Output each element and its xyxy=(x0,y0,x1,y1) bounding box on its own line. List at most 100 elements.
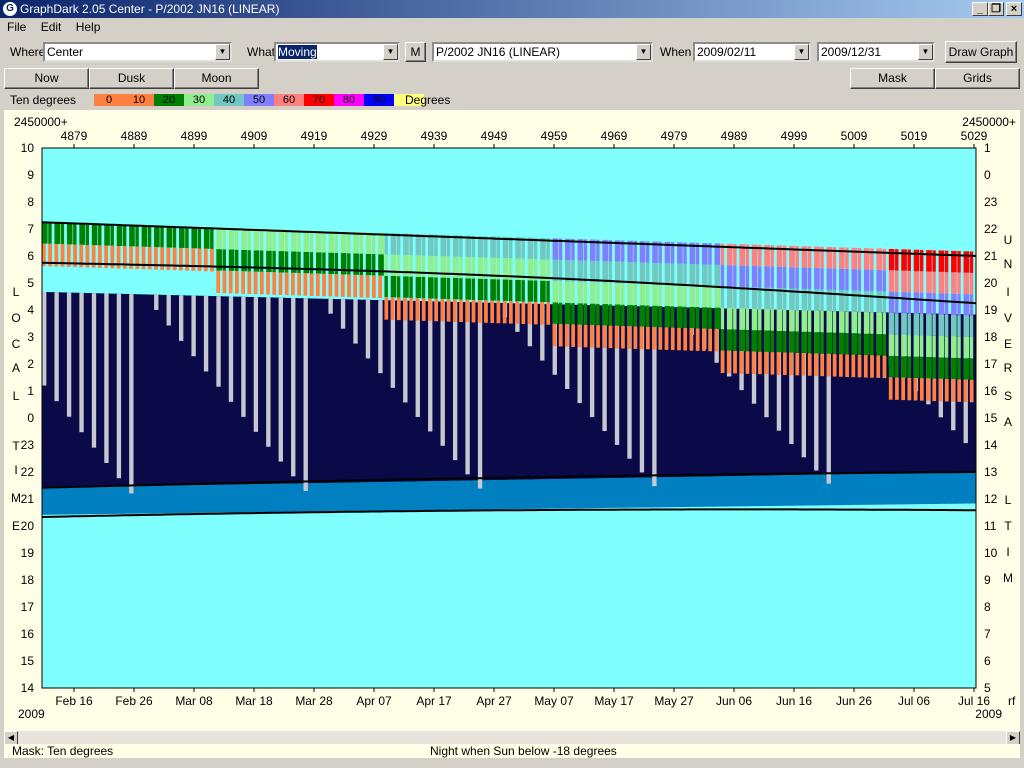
restore-button[interactable]: ❐ xyxy=(988,2,1004,16)
ut-tick: 8 xyxy=(984,600,991,614)
twilight-band xyxy=(589,478,597,509)
horizon-band xyxy=(527,301,532,325)
altitude-band xyxy=(969,294,974,316)
menu-help[interactable]: Help xyxy=(76,20,101,34)
horizon-band xyxy=(409,297,414,321)
minimize-button[interactable]: _ xyxy=(972,2,988,16)
altitude-band xyxy=(396,276,401,298)
moon-bar xyxy=(91,293,97,448)
horizontal-scrollbar[interactable]: ◀ ▶ xyxy=(4,730,1020,745)
twilight-band xyxy=(571,478,578,509)
darkness-graph[interactable]: 2450000+ 2450000+4879 4889 4899 4909 4919 4929… xyxy=(4,99,1020,730)
moon-bar xyxy=(66,292,72,417)
end-date-select[interactable]: 2009/12/31 ▼ xyxy=(817,42,935,62)
altitude-band xyxy=(695,285,700,307)
object-select[interactable]: P/2002 JN16 (LINEAR) ▼ xyxy=(432,42,653,62)
horizon-band xyxy=(465,299,470,323)
right-axis-letter: M xyxy=(1003,571,1013,585)
altitude-band xyxy=(839,332,845,355)
graph-panel[interactable]: 2450000+ 2450000+ 4879 4889 4899 4909 4919 4929… xyxy=(4,99,1020,730)
moon-button[interactable]: Moon xyxy=(174,68,259,89)
twilight-band xyxy=(384,481,392,511)
altitude-band xyxy=(907,270,911,293)
altitude-band xyxy=(48,222,52,244)
chevron-down-icon[interactable]: ▼ xyxy=(215,44,230,60)
horizon-band xyxy=(851,354,856,378)
altitude-band xyxy=(951,357,957,380)
horizon-band xyxy=(203,248,208,272)
chevron-down-icon[interactable]: ▼ xyxy=(383,44,398,60)
altitude-band xyxy=(608,304,613,326)
m-button[interactable]: M xyxy=(405,42,426,62)
twilight-band xyxy=(515,479,522,510)
horizon-band xyxy=(384,297,389,320)
legend-swatch: 90 xyxy=(364,94,394,106)
altitude-band xyxy=(434,277,438,299)
altitude-band xyxy=(141,225,148,247)
chevron-down-icon[interactable]: ▼ xyxy=(918,44,933,60)
horizon-band xyxy=(452,299,457,322)
altitude-band xyxy=(596,303,600,326)
horizon-band xyxy=(782,352,787,375)
moon-bar xyxy=(291,298,296,477)
horizon-band xyxy=(857,354,862,378)
twilight-band xyxy=(895,473,902,505)
altitude-band xyxy=(633,283,637,306)
altitude-band xyxy=(452,277,459,300)
twilight-band xyxy=(963,472,971,504)
jd-tick: 5019 xyxy=(901,129,928,143)
altitude-band xyxy=(365,232,372,254)
twilight-band xyxy=(48,487,55,515)
scroll-left-icon[interactable]: ◀ xyxy=(4,731,18,745)
altitude-band xyxy=(932,335,936,358)
altitude-band xyxy=(695,264,700,286)
left-axis-letter: T xyxy=(12,439,20,453)
grids-button[interactable]: Grids xyxy=(935,68,1020,89)
chevron-down-icon[interactable]: ▼ xyxy=(794,44,809,60)
menu-file[interactable]: File xyxy=(7,20,26,34)
altitude-band xyxy=(627,283,633,305)
altitude-band xyxy=(608,282,613,305)
twilight-band xyxy=(247,484,255,513)
draw-graph-button[interactable]: Draw Graph xyxy=(945,41,1017,63)
altitude-band xyxy=(876,334,882,356)
altitude-band xyxy=(471,235,476,258)
twilight-band xyxy=(54,487,62,515)
horizon-band xyxy=(957,379,962,402)
night-band xyxy=(210,296,217,485)
horizon-band xyxy=(558,324,563,347)
jd-tick: 5009 xyxy=(841,129,868,143)
altitude-band xyxy=(602,304,609,326)
twilight-band xyxy=(876,473,884,505)
twilight-band xyxy=(228,484,236,513)
menu-edit[interactable]: Edit xyxy=(41,20,62,34)
legend-swatch: 70 xyxy=(304,94,334,106)
ut-tick: 21 xyxy=(984,249,998,263)
start-date-select[interactable]: 2009/02/11 ▼ xyxy=(693,42,811,62)
night-band xyxy=(98,293,105,487)
what-select[interactable]: Moving ▼ xyxy=(274,42,400,62)
scroll-right-icon[interactable]: ▶ xyxy=(1006,731,1020,745)
altitude-band xyxy=(645,284,650,306)
altitude-band xyxy=(241,228,247,250)
horizon-band xyxy=(247,271,252,294)
mask-button[interactable]: Mask xyxy=(850,68,935,89)
night-band xyxy=(297,298,305,484)
horizon-band xyxy=(340,274,345,297)
now-button[interactable]: Now xyxy=(4,68,89,89)
close-button[interactable]: × xyxy=(1006,2,1022,16)
altitude-band xyxy=(870,333,874,356)
altitude-band xyxy=(720,265,725,287)
twilight-band xyxy=(222,484,230,513)
legend-swatch: 60 xyxy=(274,94,304,106)
altitude-band xyxy=(415,276,422,299)
moon-bar xyxy=(154,294,159,310)
altitude-band xyxy=(372,254,376,276)
chevron-down-icon[interactable]: ▼ xyxy=(636,44,651,60)
date-tick: Jul 16 xyxy=(958,694,990,708)
altitude-band xyxy=(452,235,459,257)
horizon-band xyxy=(259,271,264,295)
dusk-button[interactable]: Dusk xyxy=(89,68,174,89)
where-select[interactable]: Center ▼ xyxy=(43,42,232,62)
horizon-band xyxy=(895,377,899,400)
